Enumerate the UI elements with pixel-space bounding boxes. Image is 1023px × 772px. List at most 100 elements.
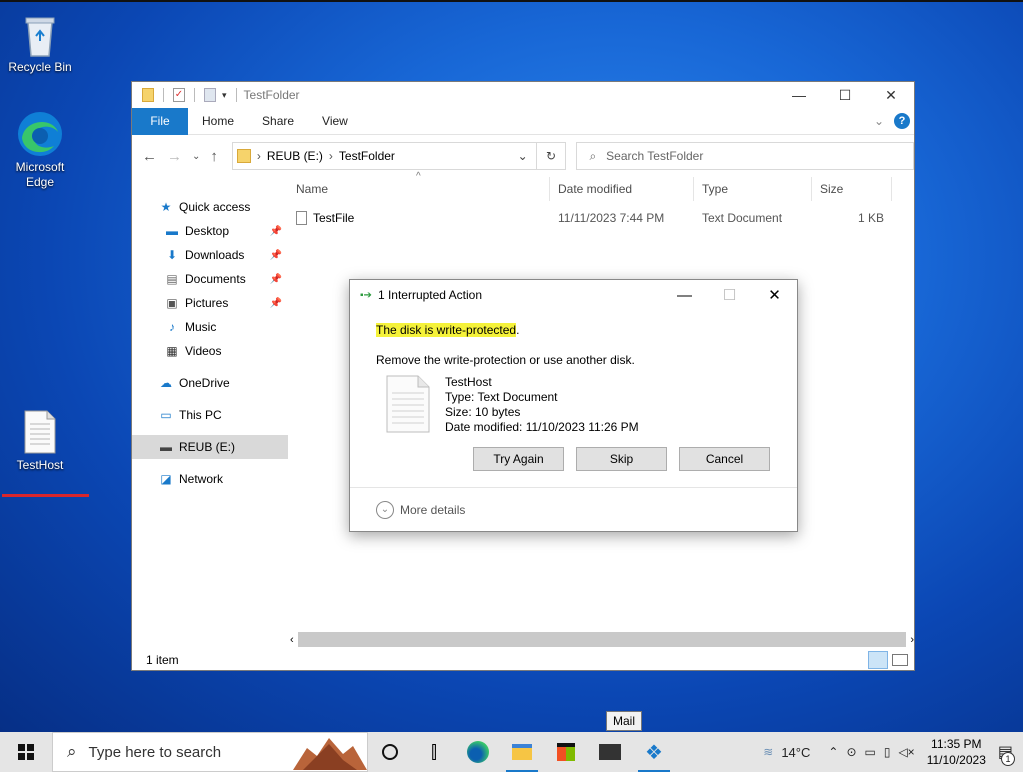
interrupted-action-dialog: ▪➔ 1 Interrupted Action — ☐ ✕ The disk i… bbox=[349, 279, 798, 532]
system-tray: ≋ 14°C ⌃ ⊙ ▭ ▯ ◁× 11:35 PM 11/10/2023 ▤1 bbox=[759, 732, 1023, 772]
column-size[interactable]: Size bbox=[812, 177, 892, 201]
customize-dropdown-icon[interactable]: ▾ bbox=[222, 90, 227, 101]
taskbar-file-explorer[interactable] bbox=[500, 732, 544, 772]
weather-temperature[interactable]: 14°C bbox=[781, 745, 810, 760]
text-file-icon bbox=[24, 410, 56, 454]
battery-icon[interactable]: ▭ bbox=[865, 745, 876, 759]
forward-arrow-icon[interactable]: → bbox=[167, 148, 182, 165]
taskbar-mail[interactable] bbox=[588, 732, 632, 772]
nav-network[interactable]: ◪ Network bbox=[132, 467, 288, 491]
column-date[interactable]: Date modified bbox=[550, 177, 694, 201]
edge-label: Microsoft Edge bbox=[15, 160, 65, 189]
expand-ribbon-icon[interactable]: ⌄ bbox=[874, 114, 884, 128]
testhost-shortcut[interactable]: TestHost bbox=[2, 410, 78, 473]
nav-label: Desktop bbox=[185, 224, 230, 238]
task-view-icon[interactable]: ⫿ bbox=[412, 732, 456, 772]
nav-downloads[interactable]: ⬇ Downloads 📌 bbox=[132, 243, 288, 267]
more-details-label: More details bbox=[400, 502, 466, 517]
nav-onedrive[interactable]: ☁ OneDrive bbox=[132, 371, 288, 395]
nav-videos[interactable]: ▦ Videos bbox=[132, 339, 288, 363]
recent-locations-icon[interactable]: ⌄ bbox=[192, 151, 200, 162]
back-arrow-icon[interactable]: ← bbox=[142, 148, 157, 165]
taskbar-store[interactable] bbox=[544, 732, 588, 772]
address-row: ← → ⌄ ↑ › REUB (E:) › TestFolder ⌄ ↻ ⌕ S… bbox=[132, 135, 915, 177]
network-icon[interactable]: ▯ bbox=[884, 745, 891, 759]
nav-this-pc[interactable]: ▭ This PC bbox=[132, 403, 288, 427]
chevron-up-icon[interactable]: ⌃ bbox=[828, 745, 838, 759]
dialog-close-button[interactable]: ✕ bbox=[752, 280, 797, 310]
more-details-toggle[interactable]: ⌄ More details bbox=[350, 487, 797, 531]
nav-pictures[interactable]: ▣ Pictures 📌 bbox=[132, 291, 288, 315]
nav-label: REUB (E:) bbox=[179, 440, 236, 454]
nav-drive[interactable]: ▬ REUB (E:) bbox=[132, 435, 288, 459]
tab-view[interactable]: View bbox=[308, 114, 362, 128]
file-name: TestFile bbox=[313, 211, 355, 225]
taskbar-search-box[interactable]: ⌕ Type here to search bbox=[52, 732, 368, 772]
clock[interactable]: 11:35 PM 11/10/2023 bbox=[927, 736, 986, 768]
skip-button[interactable]: Skip bbox=[576, 447, 667, 471]
column-label: Size bbox=[820, 182, 844, 196]
file-name-cell: TestFile bbox=[288, 211, 550, 225]
chevron-down-icon[interactable]: ⌄ bbox=[518, 149, 528, 163]
scrollbar-thumb[interactable] bbox=[297, 632, 907, 647]
maximize-button[interactable]: ☐ bbox=[822, 82, 868, 108]
red-underline bbox=[2, 494, 89, 497]
tab-home[interactable]: Home bbox=[188, 114, 248, 128]
chevron-down-icon: ⌄ bbox=[376, 500, 394, 519]
edge-icon bbox=[467, 741, 489, 763]
close-button[interactable]: ✕ bbox=[868, 82, 914, 108]
pin-icon: 📌 bbox=[269, 225, 282, 237]
start-button[interactable] bbox=[0, 732, 52, 772]
notifications-icon[interactable]: ▤1 bbox=[998, 742, 1015, 766]
volume-muted-icon[interactable]: ◁× bbox=[898, 745, 914, 759]
table-row[interactable]: TestFile 11/11/2023 7:44 PM Text Documen… bbox=[288, 207, 914, 229]
pictures-icon: ▣ bbox=[166, 296, 178, 310]
dialog-heading: The disk is write-protected. bbox=[376, 323, 519, 337]
nav-quick-access[interactable]: ★ Quick access bbox=[132, 195, 288, 219]
dialog-message: Remove the write-protection or use anoth… bbox=[376, 353, 635, 367]
taskbar-edge[interactable] bbox=[456, 732, 500, 772]
properties-icon[interactable]: ✓ bbox=[173, 88, 185, 102]
minimize-button[interactable]: — bbox=[776, 82, 822, 108]
nav-label: Documents bbox=[185, 272, 246, 286]
window-controls: — ☐ ✕ bbox=[776, 82, 914, 108]
tab-share[interactable]: Share bbox=[248, 114, 308, 128]
recycle-bin-label: Recycle Bin bbox=[8, 60, 72, 74]
nav-desktop[interactable]: ▬ Desktop 📌 bbox=[132, 219, 288, 243]
large-icons-view-icon[interactable] bbox=[892, 653, 908, 666]
breadcrumb-folder[interactable]: TestFolder bbox=[339, 149, 395, 163]
search-input[interactable]: ⌕ Search TestFolder bbox=[576, 142, 915, 170]
tab-file[interactable]: File bbox=[132, 107, 188, 135]
scroll-right-icon[interactable]: › bbox=[910, 634, 914, 646]
column-name[interactable]: Name ^ bbox=[288, 171, 550, 201]
cancel-button[interactable]: Cancel bbox=[679, 447, 770, 471]
dialog-minimize-button[interactable]: — bbox=[662, 280, 707, 310]
task-view-button[interactable] bbox=[368, 732, 412, 772]
nav-music[interactable]: ♪ Music bbox=[132, 315, 288, 339]
desktop-icon: ▬ bbox=[166, 224, 178, 238]
taskbar-app[interactable]: ❖ bbox=[632, 732, 676, 772]
weather-wind-icon[interactable]: ≋ bbox=[763, 745, 773, 759]
up-arrow-icon[interactable]: ↑ bbox=[210, 148, 218, 165]
meet-now-icon[interactable]: ⊙ bbox=[846, 745, 856, 759]
recycle-bin-shortcut[interactable]: Recycle Bin bbox=[2, 12, 78, 75]
breadcrumb-drive[interactable]: REUB (E:) bbox=[267, 149, 323, 163]
refresh-button[interactable]: ↻ bbox=[536, 142, 567, 170]
computer-icon: ▭ bbox=[160, 408, 172, 422]
address-bar[interactable]: › REUB (E:) › TestFolder ⌄ bbox=[231, 142, 537, 170]
nav-label: OneDrive bbox=[179, 376, 230, 390]
dialog-title-bar[interactable]: ▪➔ 1 Interrupted Action — ☐ ✕ bbox=[350, 280, 797, 310]
try-again-button[interactable]: Try Again bbox=[473, 447, 564, 471]
scroll-left-icon[interactable]: ‹ bbox=[290, 634, 294, 646]
new-folder-icon[interactable] bbox=[204, 88, 216, 102]
title-bar[interactable]: ✓ ▾ TestFolder — ☐ ✕ bbox=[132, 82, 914, 108]
edge-shortcut[interactable]: Microsoft Edge bbox=[2, 110, 78, 190]
horizontal-scrollbar[interactable]: ‹ › bbox=[290, 632, 914, 647]
nav-label: Downloads bbox=[185, 248, 245, 262]
nav-documents[interactable]: ▤ Documents 📌 bbox=[132, 267, 288, 291]
details-view-icon[interactable] bbox=[868, 650, 888, 669]
help-icon[interactable]: ? bbox=[894, 113, 910, 129]
column-type[interactable]: Type bbox=[694, 177, 812, 201]
dialog-window-controls: — ☐ ✕ bbox=[662, 280, 797, 310]
